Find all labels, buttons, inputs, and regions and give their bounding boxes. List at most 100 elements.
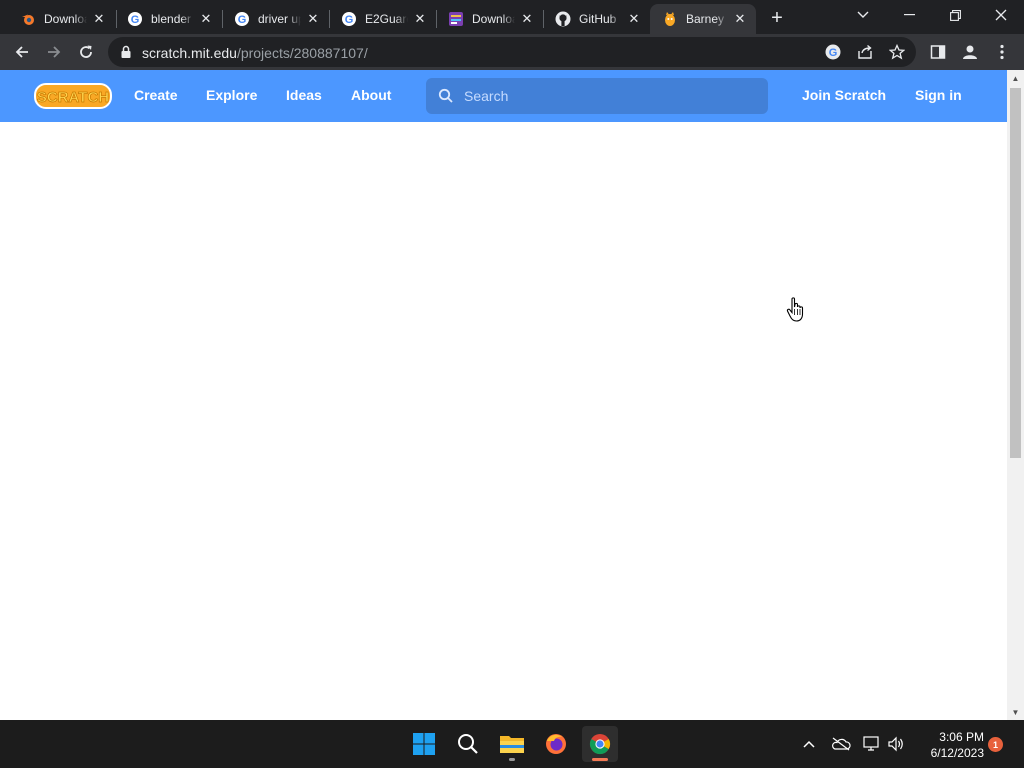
share-icon[interactable] — [856, 43, 874, 61]
close-window-button[interactable] — [978, 0, 1024, 30]
close-tab-icon[interactable]: ✕ — [305, 11, 321, 27]
network-icon[interactable] — [862, 734, 882, 754]
chevron-down-icon — [857, 11, 869, 18]
restore-icon — [949, 9, 961, 21]
close-tab-icon[interactable]: ✕ — [91, 11, 107, 27]
tab-title: blender — [151, 12, 192, 26]
browser-tab-strip: Download ✕ G blender ✕ G driver up ✕ G E… — [0, 0, 1024, 34]
lock-icon[interactable] — [118, 44, 134, 60]
close-tab-icon[interactable]: ✕ — [732, 11, 748, 27]
nav-about[interactable]: About — [351, 87, 391, 103]
google-icon: G — [341, 11, 357, 27]
url-path: /projects/280887107/ — [236, 45, 368, 61]
tab-download-2[interactable]: Download ✕ — [436, 4, 543, 34]
tab-title: GitHub — [579, 12, 617, 26]
scroll-thumb[interactable] — [1010, 88, 1021, 458]
chrome-icon — [589, 734, 611, 755]
google-icon: G — [127, 11, 143, 27]
notification-badge[interactable]: 1 — [988, 737, 1003, 752]
url-host: scratch.mit.edu — [142, 45, 237, 61]
tab-search-button[interactable] — [840, 0, 886, 30]
address-bar[interactable]: scratch.mit.edu/projects/280887107/ G — [108, 37, 916, 67]
sign-in-link[interactable]: Sign in — [915, 87, 962, 103]
url-text[interactable]: scratch.mit.edu/projects/280887107/ — [142, 45, 368, 61]
tab-github[interactable]: GitHub ✕ — [543, 4, 650, 34]
volume-icon[interactable] — [886, 734, 906, 754]
taskbar-search-button[interactable] — [450, 726, 486, 762]
blender-icon — [20, 11, 36, 27]
side-panel-button[interactable] — [924, 38, 952, 66]
taskbar-clock[interactable]: 3:06 PM 6/12/2023 — [914, 729, 984, 761]
firefox-icon — [546, 734, 566, 754]
tab-driver-update[interactable]: G driver up ✕ — [222, 4, 329, 34]
arrow-left-icon — [15, 46, 28, 58]
firefox-button[interactable] — [538, 726, 574, 762]
bookmark-star-icon[interactable] — [888, 43, 906, 61]
start-button[interactable] — [406, 726, 442, 762]
hand-pointer-cursor-icon — [786, 297, 804, 322]
nav-create[interactable]: Create — [134, 87, 178, 103]
google-lens-icon[interactable]: G — [824, 43, 842, 61]
page-viewport: SCRATCH Create Explore Ideas About Join … — [0, 70, 1007, 720]
scroll-up-arrow-icon[interactable]: ▲ — [1007, 70, 1024, 86]
tab-barney-active[interactable]: Barney ✕ — [650, 4, 756, 34]
minimize-button[interactable] — [886, 0, 932, 30]
profile-button[interactable] — [956, 38, 984, 66]
clock-date: 6/12/2023 — [930, 746, 984, 760]
kebab-menu-icon — [1000, 44, 1004, 60]
reload-icon — [80, 45, 92, 58]
browser-toolbar: scratch.mit.edu/projects/280887107/ G — [0, 34, 1024, 70]
onedrive-offline-icon[interactable] — [831, 734, 851, 754]
windows-logo-icon — [413, 733, 435, 755]
scratch-logo[interactable]: SCRATCH — [34, 82, 112, 110]
search-box[interactable] — [426, 78, 768, 114]
nav-explore[interactable]: Explore — [206, 87, 257, 103]
close-icon — [995, 9, 1007, 21]
svg-text:G: G — [345, 14, 354, 26]
download-site-icon — [448, 11, 464, 27]
restore-button[interactable] — [932, 0, 978, 30]
tab-title: E2Guard — [365, 12, 408, 26]
github-icon — [555, 11, 571, 27]
tab-title: Barney — [686, 12, 725, 26]
close-tab-icon[interactable]: ✕ — [412, 11, 428, 27]
side-panel-icon — [930, 45, 946, 59]
close-tab-icon[interactable]: ✕ — [519, 11, 535, 27]
new-tab-button[interactable]: + — [764, 5, 790, 31]
svg-text:G: G — [829, 47, 838, 59]
tab-title: driver up — [258, 12, 301, 26]
clock-time: 3:06 PM — [939, 730, 984, 744]
tab-e2guardian[interactable]: G E2Guard ✕ — [329, 4, 436, 34]
nav-ideas[interactable]: Ideas — [286, 87, 322, 103]
reload-button[interactable] — [72, 38, 100, 66]
arrow-right-icon — [48, 46, 61, 58]
tab-title: Download — [472, 12, 515, 26]
tab-download-blender[interactable]: Download ✕ — [8, 4, 115, 34]
running-indicator — [509, 758, 515, 761]
back-button[interactable] — [8, 38, 36, 66]
search-input[interactable] — [464, 78, 754, 114]
page-scrollbar[interactable]: ▲ ▼ — [1007, 70, 1024, 720]
tab-title: Download — [44, 12, 87, 26]
running-indicator — [592, 758, 608, 761]
profile-avatar-icon — [963, 45, 977, 59]
svg-text:G: G — [238, 14, 247, 26]
close-tab-icon[interactable]: ✕ — [626, 11, 642, 27]
forward-button[interactable] — [40, 38, 68, 66]
show-hidden-icons-chevron-icon[interactable] — [799, 734, 819, 754]
chrome-button[interactable] — [582, 726, 618, 762]
scratch-cat-icon — [662, 11, 678, 27]
logo-text: SCRATCH — [37, 89, 109, 106]
search-icon — [438, 88, 453, 103]
tab-blender[interactable]: G blender ✕ — [115, 4, 222, 34]
google-icon: G — [234, 11, 250, 27]
minimize-icon — [903, 14, 915, 16]
join-scratch-link[interactable]: Join Scratch — [802, 87, 886, 103]
file-explorer-button[interactable] — [494, 726, 530, 762]
folder-icon — [500, 736, 524, 753]
close-tab-icon[interactable]: ✕ — [198, 11, 214, 27]
scratch-navbar: SCRATCH Create Explore Ideas About Join … — [0, 70, 1007, 122]
svg-text:G: G — [131, 14, 140, 26]
browser-menu-button[interactable] — [988, 38, 1016, 66]
scroll-down-arrow-icon[interactable]: ▼ — [1007, 704, 1024, 720]
